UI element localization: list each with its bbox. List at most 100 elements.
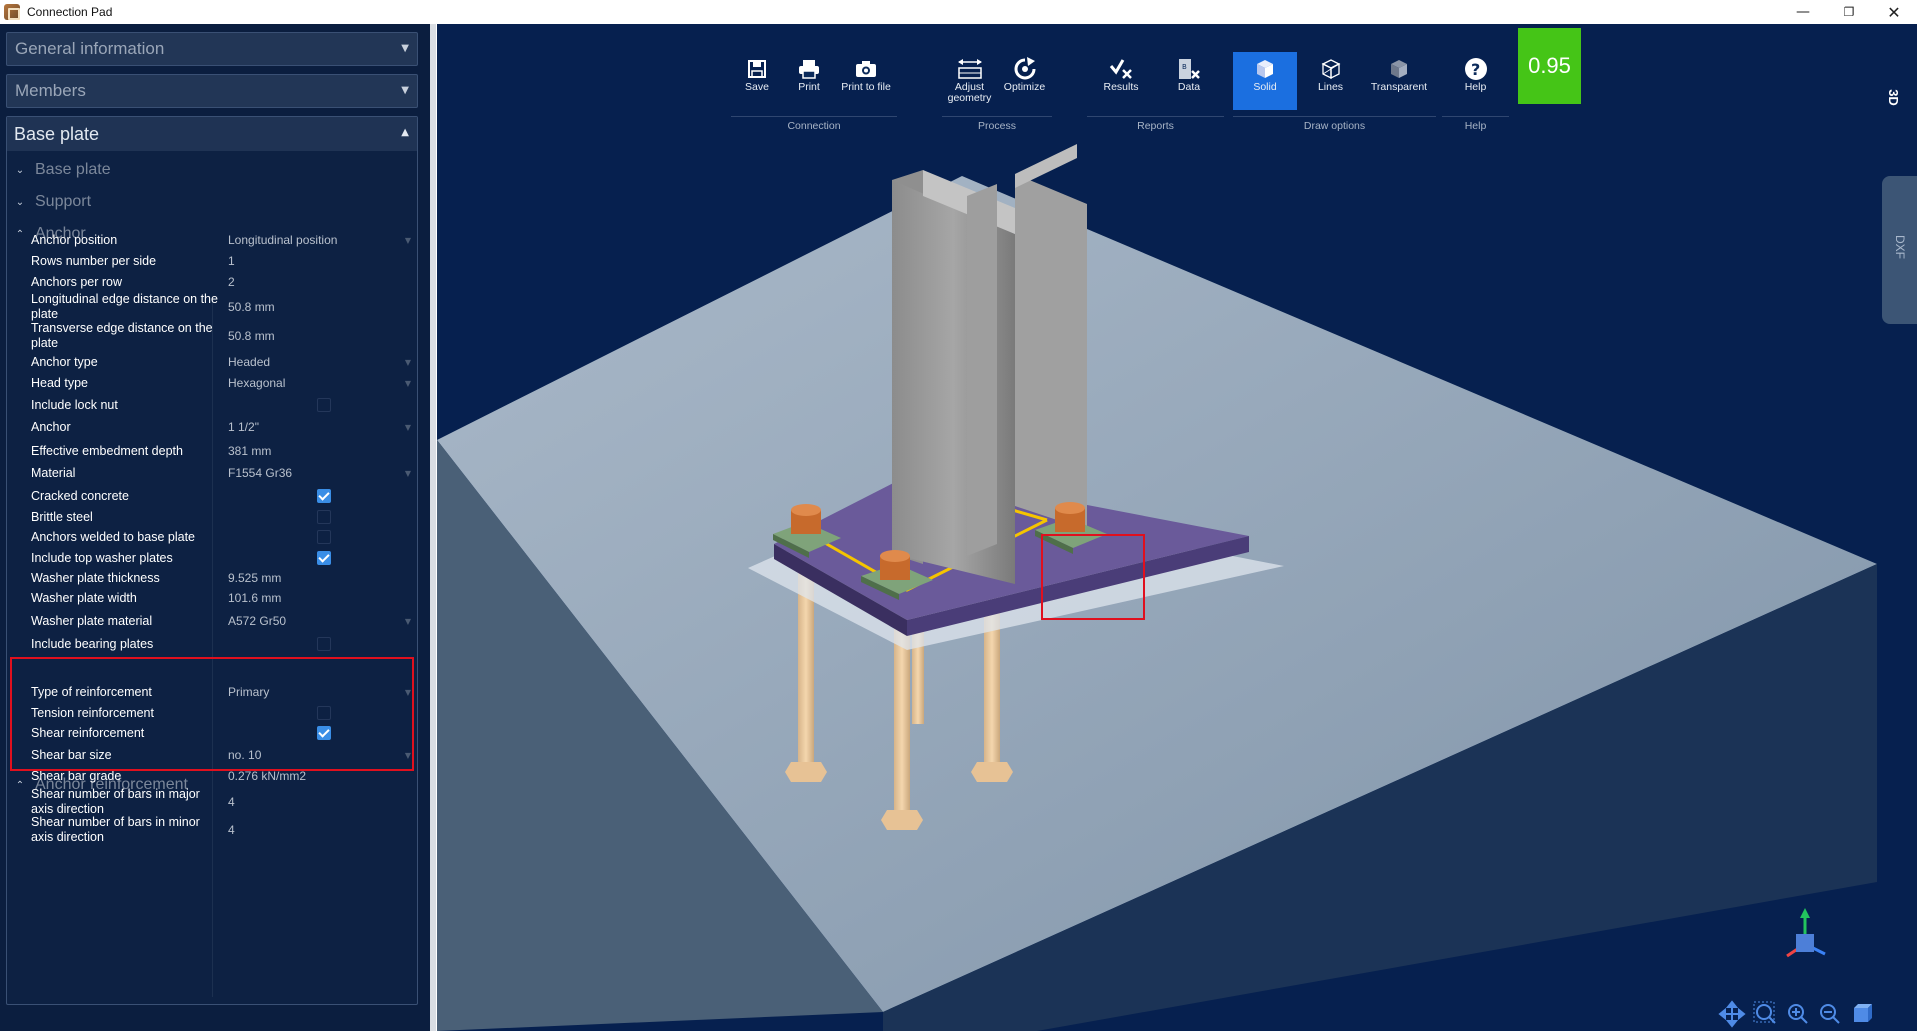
property-row: Rows number per side 1 — [23, 251, 415, 271]
toolbar-group-label: Process — [942, 116, 1052, 132]
property-input[interactable]: 9.525 mm — [228, 571, 413, 586]
property-row: Brittle steel — [23, 507, 415, 527]
property-label: Cracked concrete — [31, 489, 129, 503]
property-input[interactable]: 101.6 mm — [228, 591, 413, 606]
toolbar-button-label: Optimize — [1003, 81, 1046, 93]
zoom-in-icon[interactable] — [1788, 1004, 1808, 1024]
toolbar-button-label: Save — [745, 81, 769, 93]
property-input[interactable]: 2 — [228, 275, 413, 290]
property-dropdown[interactable]: F1554 Gr36 — [228, 466, 413, 481]
property-label: Shear bar grade — [31, 769, 122, 783]
view-cube-icon[interactable] — [1854, 1004, 1872, 1022]
dropdown-caret-icon[interactable]: ▼ — [405, 423, 411, 432]
property-input[interactable]: 0.276 kN/mm2 — [228, 769, 413, 784]
view-mode-3d-label[interactable]: 3D — [1886, 89, 1901, 106]
property-row: Washer plate width 101.6 mm — [23, 588, 415, 608]
zoom-window-icon[interactable] — [1753, 1001, 1776, 1024]
toolbar-button-optimize[interactable]: Optimize — [997, 52, 1052, 110]
section-members[interactable]: Members ▼ — [6, 74, 418, 108]
title-bar: Connection Pad — ❐ ✕ — [0, 0, 1917, 24]
property-input[interactable]: 4 — [228, 795, 413, 810]
section-general-information[interactable]: General information ▼ — [6, 32, 418, 66]
property-input[interactable]: 50.8 mm — [228, 329, 413, 344]
toolbar-button-lines[interactable]: Lines — [1297, 52, 1364, 110]
toolbar-button-solid[interactable]: Solid — [1233, 52, 1297, 110]
subsection-label: Base plate — [35, 161, 111, 178]
checkbox-unchecked[interactable] — [317, 637, 331, 651]
property-label: Head type — [31, 376, 88, 390]
toolbar-button-data[interactable]: B Data — [1155, 52, 1223, 110]
zoom-out-icon[interactable] — [1820, 1004, 1840, 1024]
maximize-button[interactable]: ❐ — [1826, 0, 1872, 24]
checkbox-unchecked[interactable] — [317, 398, 331, 412]
property-dropdown[interactable]: Hexagonal — [228, 376, 413, 391]
3d-scene — [437, 144, 1877, 1031]
section-base-plate: Base plate ▲ ⌄ Base plate ⌄ Support ⌃ An… — [6, 116, 418, 1005]
property-dropdown[interactable]: Longitudinal position — [228, 233, 413, 248]
toolbar-button-print-to-file[interactable]: Print to file — [835, 52, 897, 110]
dropdown-caret-icon[interactable]: ▼ — [405, 469, 411, 478]
solid-icon — [1254, 56, 1276, 82]
property-input[interactable]: 50.8 mm — [228, 300, 413, 315]
toolbar-group: Solid Lines Transparent Draw options — [1233, 52, 1436, 132]
property-row: Include top washer plates — [23, 548, 415, 568]
dxf-tab-label[interactable]: DXF — [1893, 235, 1907, 259]
svg-text:B: B — [1182, 63, 1187, 71]
lines-icon — [1320, 56, 1342, 82]
minimize-button[interactable]: — — [1780, 0, 1826, 24]
property-label: Material — [31, 466, 76, 480]
property-row: Material F1554 Gr36 ▼ — [23, 463, 415, 483]
toolbar-button-print[interactable]: Print — [783, 52, 835, 110]
property-row: Include bearing plates — [23, 634, 415, 654]
panel-scrollbar[interactable] — [430, 24, 436, 1031]
dropdown-caret-icon[interactable]: ▼ — [405, 358, 411, 367]
property-label: Washer plate width — [31, 591, 137, 605]
close-button[interactable]: ✕ — [1871, 0, 1917, 24]
axis-triad — [1786, 908, 1826, 958]
checkbox-unchecked[interactable] — [317, 530, 331, 544]
property-dropdown[interactable]: Headed — [228, 355, 413, 370]
optimize-icon — [1013, 56, 1037, 82]
checkbox-checked[interactable] — [317, 489, 331, 503]
chevron-up-icon: ▲ — [401, 127, 409, 138]
toolbar-button-results[interactable]: Results — [1087, 52, 1155, 110]
property-row: Anchors welded to base plate — [23, 527, 415, 547]
checkbox-checked[interactable] — [317, 551, 331, 565]
print-icon — [798, 56, 820, 82]
camera-icon — [855, 56, 877, 82]
subsection-support[interactable]: ⌄ Support — [13, 190, 91, 214]
checkbox-unchecked[interactable] — [317, 510, 331, 524]
property-dropdown[interactable]: A572 Gr50 — [228, 614, 413, 629]
toolbar-button-transparent[interactable]: Transparent — [1364, 52, 1434, 110]
dropdown-caret-icon[interactable]: ▼ — [405, 617, 411, 626]
toolbar-button-help[interactable]: ? Help — [1442, 52, 1509, 110]
utilization-ratio-badge: 0.95 — [1518, 28, 1581, 104]
3d-viewport[interactable]: Save Print Print to file Connection Adjust g… — [437, 24, 1917, 1031]
toolbar-group-label: Draw options — [1233, 116, 1436, 132]
dropdown-caret-icon[interactable]: ▼ — [405, 379, 411, 388]
toolbar-button-label: Adjust geometry — [947, 81, 992, 104]
app-logo-icon — [4, 4, 20, 20]
toolbar-button-save[interactable]: Save — [731, 52, 783, 110]
property-row: Effective embedment depth 381 mm — [23, 441, 415, 461]
property-input[interactable]: 381 mm — [228, 444, 413, 459]
property-input[interactable]: 4 — [228, 823, 413, 838]
pan-icon[interactable] — [1718, 1000, 1746, 1028]
property-label: Shear number of bars in minor axis direc… — [31, 815, 200, 844]
property-dropdown[interactable]: 1 1/2" — [228, 420, 413, 435]
section-label: Base plate — [14, 123, 100, 144]
svg-text:?: ? — [1471, 60, 1480, 79]
subsection-base-plate[interactable]: ⌄ Base plate — [13, 158, 111, 182]
section-base-plate-header[interactable]: Base plate ▲ — [7, 117, 417, 151]
dropdown-caret-icon[interactable]: ▼ — [405, 236, 411, 245]
property-row: Longitudinal edge distance on the plate 5… — [23, 292, 415, 321]
property-label: Anchors welded to base plate — [31, 530, 195, 544]
navigation-toolbar — [1718, 1000, 1872, 1028]
toolbar-button-label: Solid — [1253, 81, 1277, 93]
property-label: Anchor position — [31, 233, 118, 247]
toolbar-group-label: Connection — [731, 116, 897, 132]
property-input[interactable]: 1 — [228, 254, 413, 269]
property-label: Rows number per side — [31, 254, 157, 268]
toolbar-button-label: Data — [1177, 81, 1201, 93]
toolbar-button-adjust-geometry[interactable]: Adjust geometry — [942, 52, 997, 110]
